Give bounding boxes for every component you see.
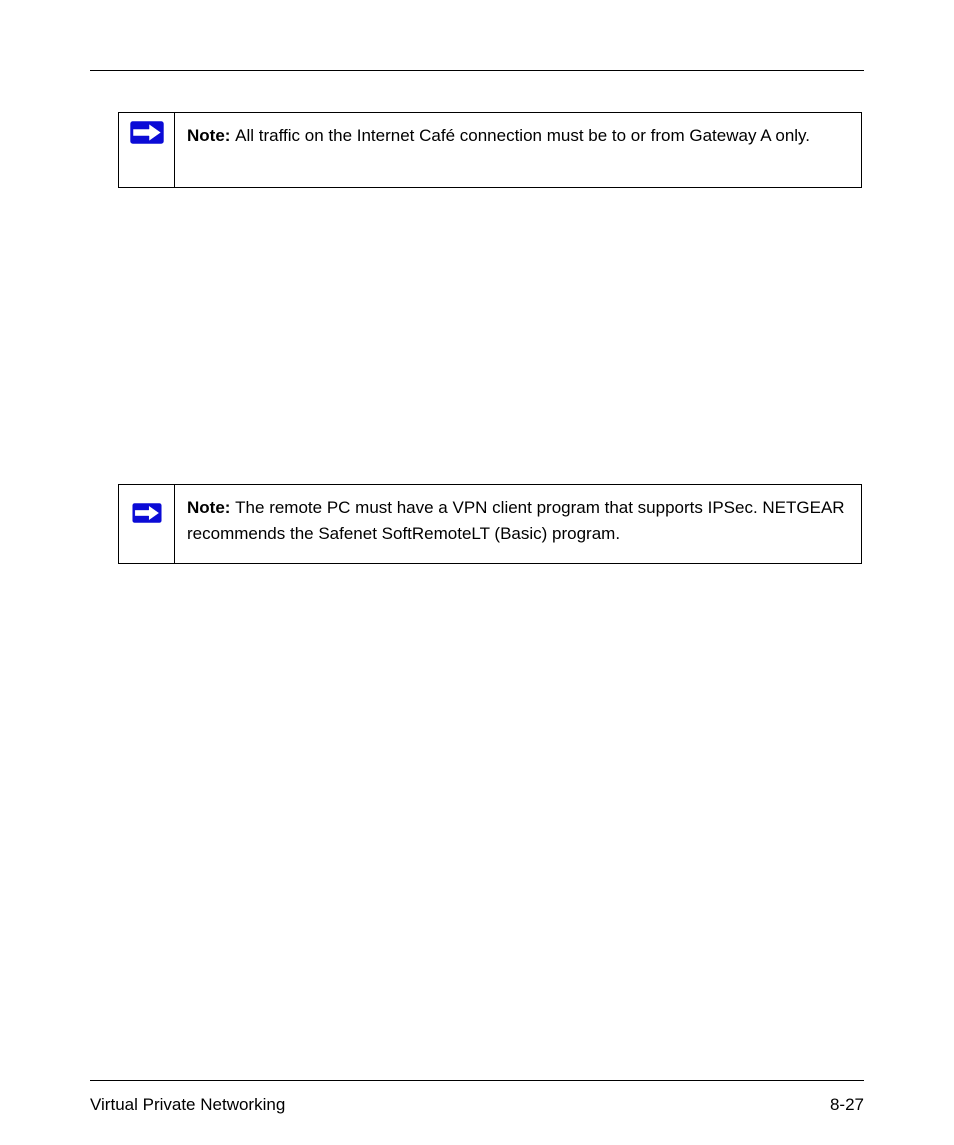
note-label: Note: <box>187 498 235 517</box>
note-body: The remote PC must have a VPN client pro… <box>187 498 845 543</box>
note-text-2: Note: The remote PC must have a VPN clie… <box>175 485 861 563</box>
footer-rule <box>90 1080 864 1081</box>
page-footer: Virtual Private Networking 8-27 <box>90 1095 864 1115</box>
header-rule <box>90 70 864 71</box>
note-box-1: Note: All traffic on the Internet Café c… <box>118 112 862 188</box>
note-label: Note: <box>187 126 235 145</box>
note-box-2: Note: The remote PC must have a VPN clie… <box>118 484 862 564</box>
note-text-1: Note: All traffic on the Internet Café c… <box>175 113 861 187</box>
arrow-right-icon <box>130 121 164 144</box>
footer-left: Virtual Private Networking <box>90 1095 285 1115</box>
note-body: All traffic on the Internet Café connect… <box>235 126 810 145</box>
arrow-right-icon <box>132 503 162 523</box>
note-icon-cell-2 <box>119 485 175 563</box>
page-content: Note: All traffic on the Internet Café c… <box>90 100 864 564</box>
note-icon-cell-1 <box>119 113 175 187</box>
footer-page-number: 8-27 <box>830 1095 864 1115</box>
